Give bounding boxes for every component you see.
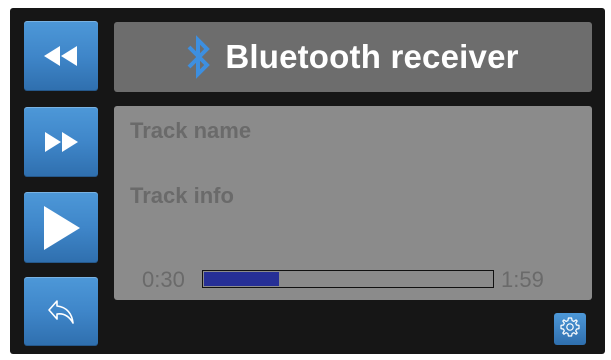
track-info: Track info — [130, 183, 234, 208]
device-screen: Bluetooth receiver Track name Track info… — [10, 8, 605, 354]
gear-icon — [559, 316, 581, 343]
track-name: Track name — [130, 118, 252, 143]
fast-forward-icon — [44, 132, 78, 152]
play-icon — [42, 205, 80, 250]
back-button[interactable] — [24, 277, 98, 346]
rewind-icon — [44, 46, 78, 66]
play-button[interactable] — [24, 192, 98, 263]
total-time: 1:59 — [501, 267, 544, 292]
track-panel: Track name Track info 0:30 1:59 — [114, 106, 592, 300]
settings-button[interactable] — [554, 313, 586, 345]
rewind-button[interactable] — [24, 21, 98, 91]
progress-bar[interactable] — [202, 270, 494, 288]
bluetooth-icon — [187, 35, 211, 79]
progress-fill — [204, 272, 279, 286]
back-arrow-icon — [46, 297, 76, 327]
page-title: Bluetooth receiver — [225, 38, 519, 75]
elapsed-time: 0:30 — [142, 267, 185, 292]
header-panel: Bluetooth receiver — [114, 22, 592, 92]
fast-forward-button[interactable] — [24, 107, 98, 177]
